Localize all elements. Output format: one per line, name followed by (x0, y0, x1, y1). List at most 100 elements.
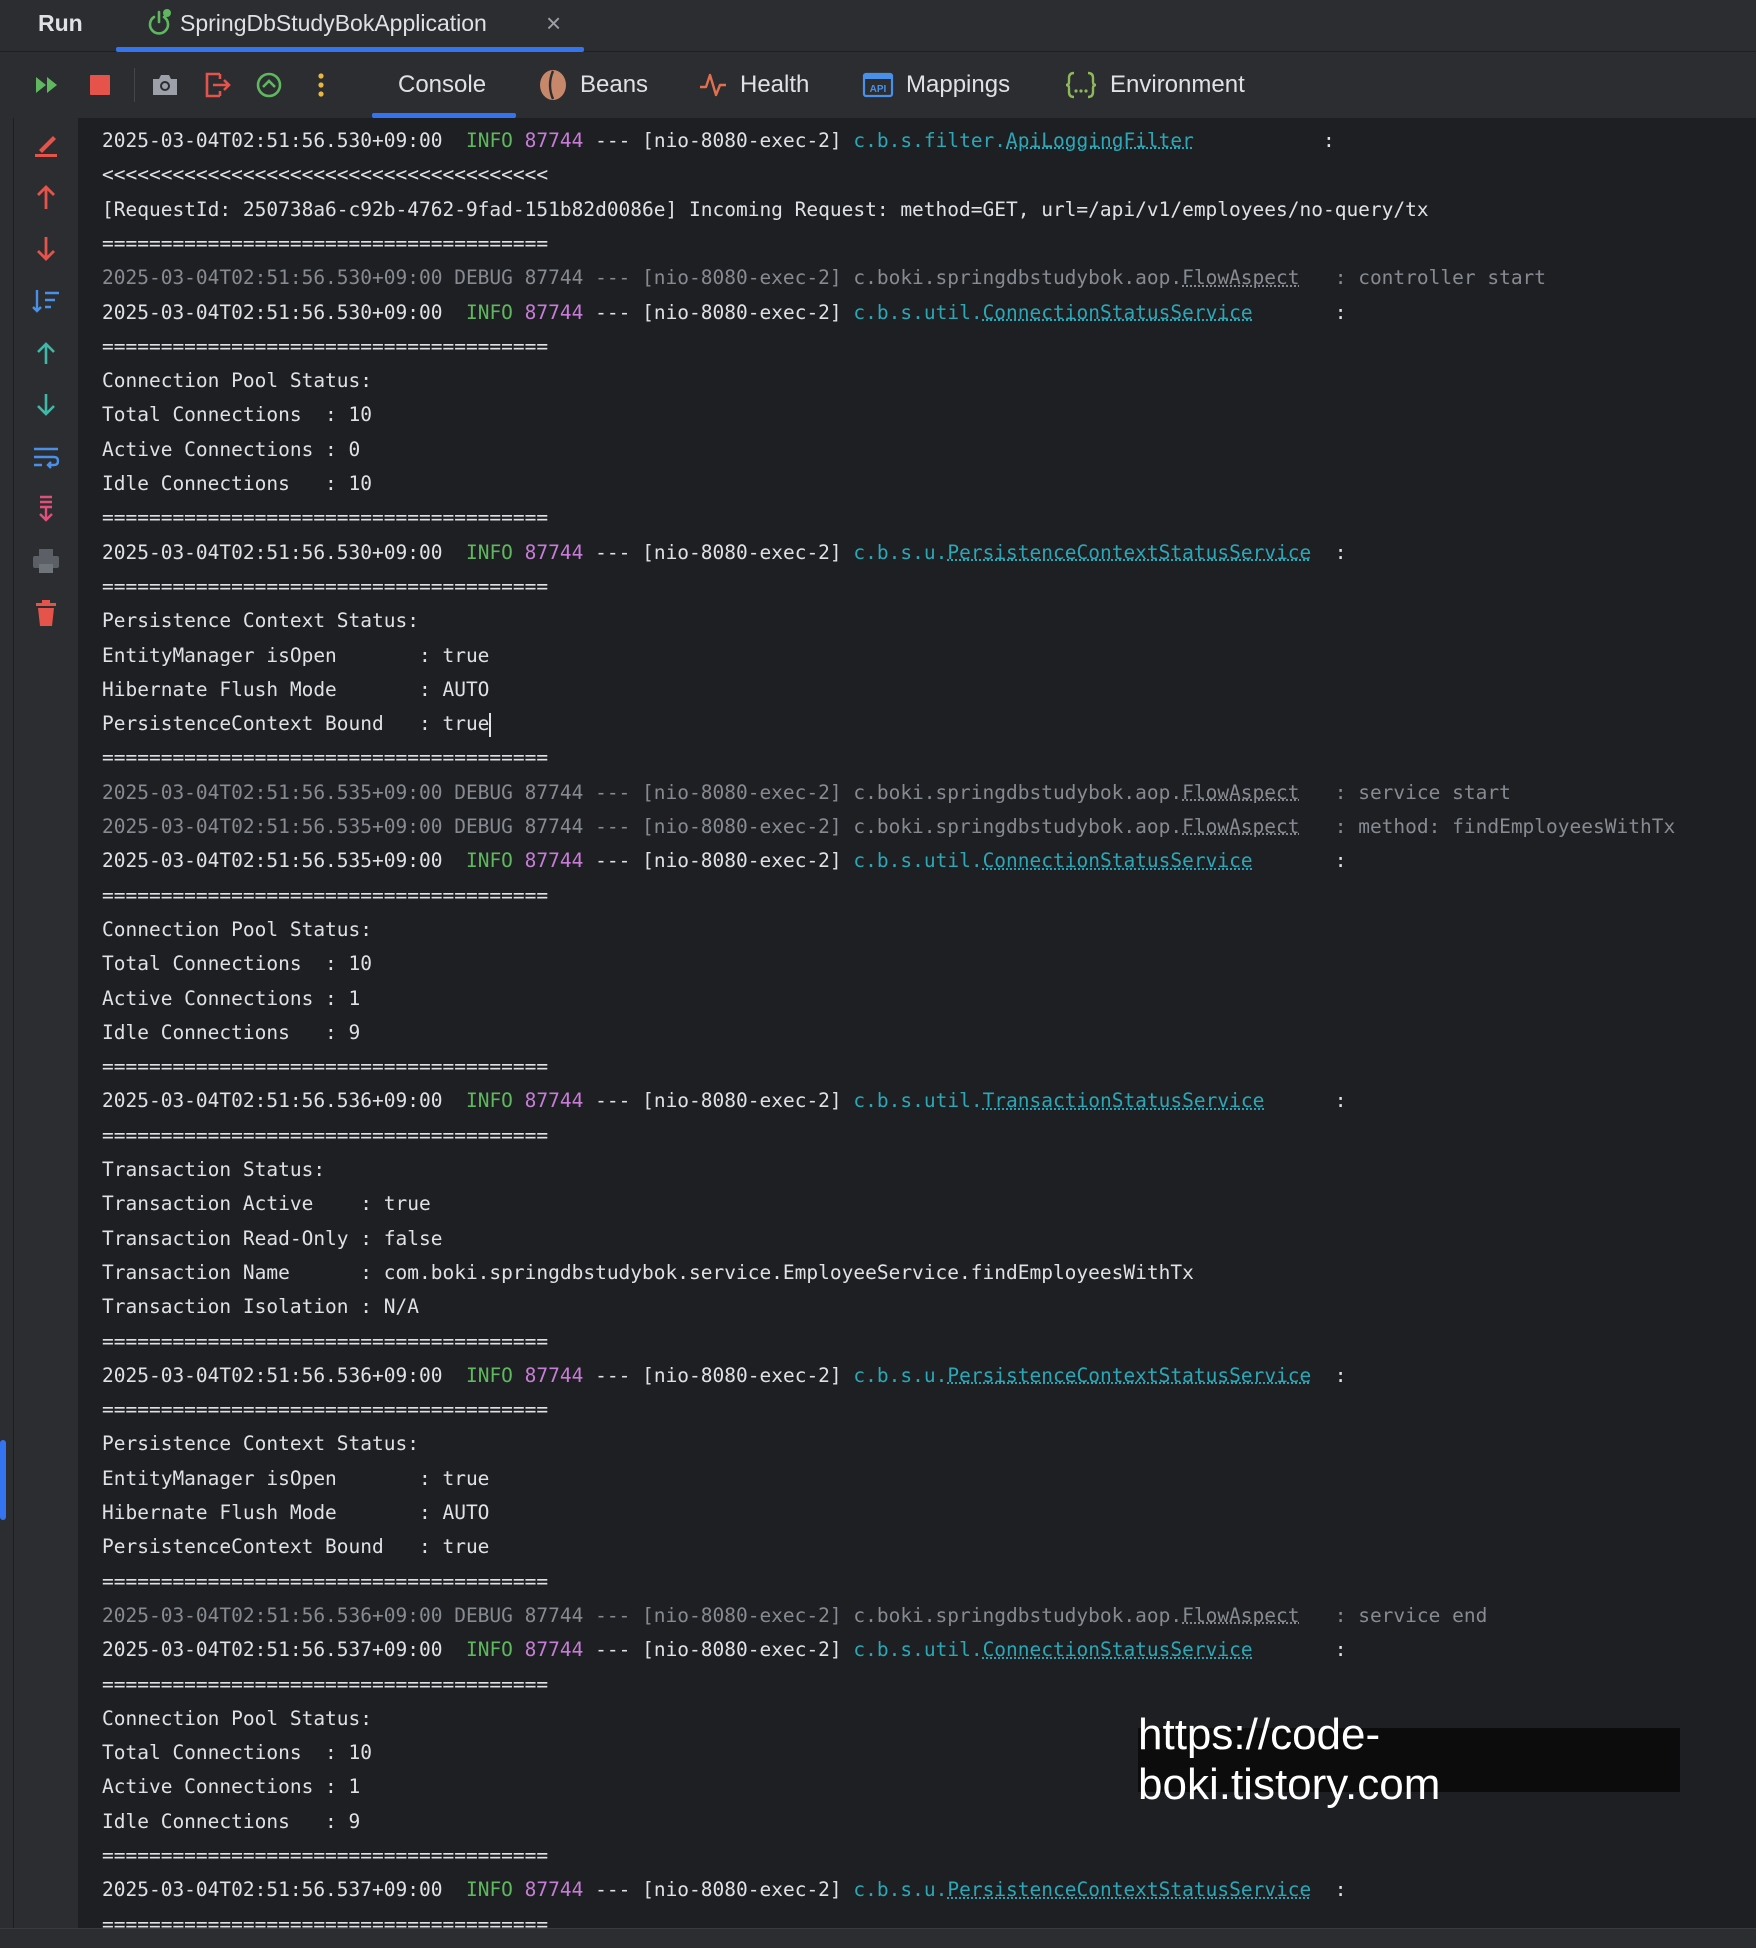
tab-mappings[interactable]: API Mappings (862, 52, 1010, 118)
exit-icon[interactable] (198, 66, 236, 104)
output-line: ====================================== (102, 1050, 548, 1084)
log-line: 2025-03-04T02:51:56.530+09:00 INFO 87744… (102, 296, 1347, 330)
log-timestamp: 2025-03-04T02:51:56.536+09:00 (102, 1363, 443, 1387)
output-text: Total Connections : 10 (102, 952, 373, 976)
logger-name: c.b.s.u.PersistenceContextStatusService (853, 1878, 1311, 1901)
output-text: Total Connections : 10 (102, 1741, 373, 1765)
logger-class-link[interactable]: ConnectionStatusService (983, 301, 1253, 324)
log-line: 2025-03-04T02:51:56.535+09:00 INFO 87744… (102, 844, 1347, 878)
logger-package: c.b.s.util. (853, 849, 983, 873)
print-icon[interactable] (29, 544, 63, 578)
log-pid: 87744 (524, 849, 584, 873)
debug-prefix: 2025-03-04T02:51:56.536+09:00 DEBUG 8774… (102, 1603, 1183, 1627)
text-caret (489, 712, 492, 737)
output-text: ====================================== (102, 1912, 549, 1928)
output-line: ====================================== (102, 1325, 548, 1359)
svg-text:API: API (870, 84, 887, 95)
log-pid: 87744 (524, 1638, 584, 1662)
clear-all-icon[interactable] (29, 128, 63, 162)
output-line: ====================================== (102, 330, 548, 364)
toolbar-separator (134, 68, 135, 102)
logger-class-link[interactable]: FlowAspect (1182, 1604, 1299, 1627)
console-output[interactable]: 2025-03-04T02:51:56.530+09:00 INFO 87744… (78, 118, 1756, 1928)
output-line: EntityManager isOpen : true (102, 1462, 489, 1496)
tab-console[interactable]: Console (398, 52, 486, 118)
tab-beans[interactable]: Beans (538, 52, 648, 118)
rerun-icon[interactable] (28, 66, 66, 104)
output-line: ====================================== (102, 741, 548, 775)
logger-class-link[interactable]: PersistenceContextStatusService (947, 541, 1311, 564)
log-message: : controller start (1299, 266, 1547, 290)
logger-class-link[interactable]: ApiLoggingFilter (1006, 129, 1194, 152)
power-icon (148, 9, 171, 35)
profiler-icon[interactable] (250, 66, 288, 104)
watermark-url: https://code-boki.tistory.com (1138, 1710, 1680, 1809)
log-pid: 87744 (524, 1089, 584, 1113)
output-line: <<<<<<<<<<<<<<<<<<<<<<<<<<<<<<<<<<<<<< (102, 158, 548, 192)
console-side-toolbar (14, 118, 78, 1928)
output-line: ====================================== (102, 1668, 548, 1702)
debug-log-line: 2025-03-04T02:51:56.530+09:00 DEBUG 8774… (102, 261, 1546, 295)
debug-prefix: 2025-03-04T02:51:56.535+09:00 DEBUG 8774… (102, 780, 1183, 804)
output-line: Transaction Active : true (102, 1187, 431, 1221)
log-line: 2025-03-04T02:51:56.536+09:00 INFO 87744… (102, 1084, 1347, 1118)
debug-log-line: 2025-03-04T02:51:56.535+09:00 DEBUG 8774… (102, 776, 1511, 810)
logger-class-link[interactable]: ConnectionStatusService (983, 849, 1253, 872)
close-tab-icon[interactable]: × (546, 8, 561, 39)
tab-health[interactable]: Health (698, 52, 809, 118)
tab-mappings-label: Mappings (906, 71, 1011, 98)
output-line: Active Connections : 1 (102, 982, 360, 1016)
tab-health-label: Health (740, 71, 810, 98)
log-padding (1253, 849, 1323, 872)
scroll-down-icon[interactable] (29, 388, 63, 422)
output-line: ====================================== (102, 1565, 548, 1599)
bean-icon (540, 70, 566, 100)
logger-package: c.b.s.u. (853, 1363, 948, 1387)
log-line: 2025-03-04T02:51:56.530+09:00 INFO 87744… (102, 536, 1347, 570)
logger-class-link[interactable]: PersistenceContextStatusService (947, 1364, 1311, 1387)
log-message: : (1323, 300, 1347, 324)
output-text: Connection Pool Status: (102, 917, 373, 941)
up-arrow-icon[interactable] (29, 180, 63, 214)
tab-environment[interactable]: Environment (1064, 52, 1245, 118)
scroll-to-end-icon[interactable] (29, 492, 63, 526)
output-text: Transaction Active : true (102, 1192, 431, 1216)
logger-class-link[interactable]: FlowAspect (1182, 815, 1299, 838)
output-text: ====================================== (102, 334, 549, 358)
logger-package: c.b.s.filter. (853, 129, 1007, 152)
output-text: ====================================== (102, 1569, 549, 1593)
run-configuration-tab[interactable]: SpringDbStudyBokApplication × (116, 0, 584, 52)
log-pid: 87744 (524, 129, 584, 152)
log-line: 2025-03-04T02:51:56.537+09:00 INFO 87744… (102, 1633, 1347, 1667)
logger-package: c.b.s.u. (853, 1878, 948, 1902)
logger-class-link[interactable]: ConnectionStatusService (983, 1638, 1253, 1661)
stop-icon[interactable] (81, 66, 119, 104)
debug-prefix: 2025-03-04T02:51:56.535+09:00 DEBUG 8774… (102, 815, 1183, 838)
log-thread: --- [nio-8080-exec-2] (595, 849, 842, 873)
output-line: Connection Pool Status: (102, 364, 372, 398)
run-toolbar: Console Beans Health API Mappings Enviro… (0, 52, 1756, 118)
sort-icon[interactable] (29, 284, 63, 318)
logger-name: c.b.s.util.ConnectionStatusService (853, 1638, 1252, 1661)
screenshot-icon[interactable] (146, 66, 184, 104)
soft-wrap-icon[interactable] (29, 440, 63, 474)
output-line: Total Connections : 10 (102, 398, 372, 432)
output-text: Hibernate Flush Mode : AUTO (102, 1501, 490, 1524)
logger-class-link[interactable]: TransactionStatusService (983, 1089, 1265, 1112)
output-line: Transaction Status: (102, 1153, 325, 1187)
more-options-icon[interactable] (302, 66, 340, 104)
log-padding (1264, 1089, 1323, 1112)
logger-class-link[interactable]: FlowAspect (1182, 266, 1299, 289)
logger-class-link[interactable]: PersistenceContextStatusService (947, 1878, 1311, 1901)
logger-class-link[interactable]: FlowAspect (1182, 781, 1299, 804)
tab-console-label: Console (398, 71, 487, 98)
tool-window-stripe (0, 118, 14, 1948)
output-line: Transaction Name : com.boki.springdbstud… (102, 1256, 1194, 1290)
output-line: ====================================== (102, 1393, 548, 1427)
active-stripe-marker (0, 1440, 6, 1520)
trash-icon[interactable] (29, 596, 63, 630)
scroll-up-icon[interactable] (29, 336, 63, 370)
output-text: EntityManager isOpen : true (102, 1466, 490, 1490)
down-arrow-icon[interactable] (29, 232, 63, 266)
output-line: ====================================== (102, 1908, 548, 1928)
